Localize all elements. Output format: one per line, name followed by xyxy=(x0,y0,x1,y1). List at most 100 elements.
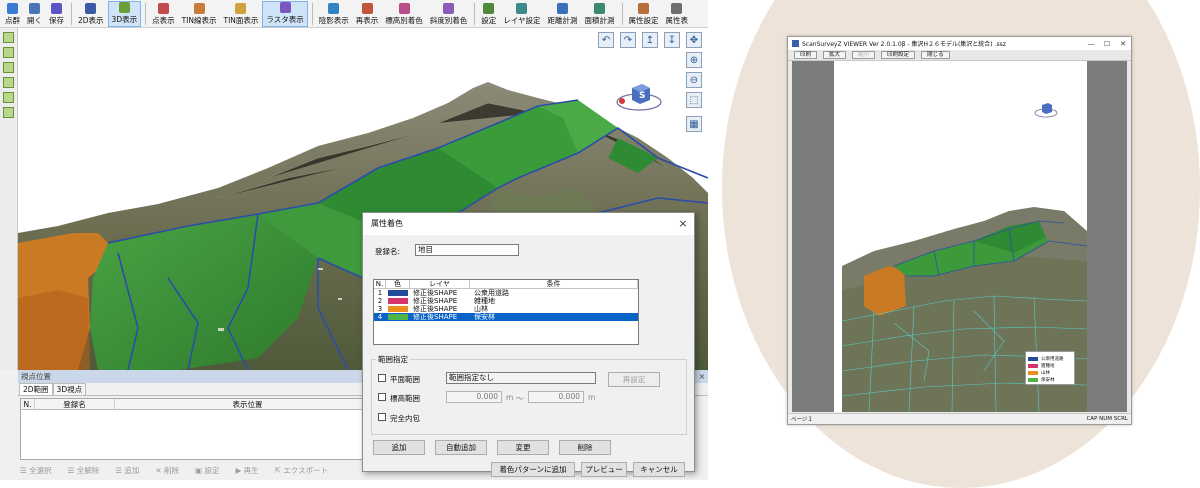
preview-button[interactable]: プレビュー xyxy=(581,462,627,477)
export-button[interactable]: ⇱ エクスポート xyxy=(275,465,328,476)
zoom-out-icon[interactable]: ⊖ xyxy=(686,72,702,88)
toolbar-button-1[interactable]: 開く xyxy=(24,1,45,27)
dialog-close-button[interactable]: × xyxy=(672,213,694,235)
deselect-all-button[interactable]: ☰ 全解除 xyxy=(68,465,100,476)
layer-row-condition: 公衆用道路 xyxy=(474,289,509,297)
layer-row-condition: 保安林 xyxy=(474,313,495,321)
plane-range-checkbox[interactable] xyxy=(378,374,386,382)
layer-row[interactable]: 1 修正後SHAPE 公衆用道路 xyxy=(374,289,638,297)
layer-row[interactable]: 3 修正後SHAPE 山林 xyxy=(374,305,638,313)
dialog-body: 登録名: 地目 N. 色 レイヤ 条件 1 修正後SHAPE 公衆用道路 2 修正後SH… xyxy=(363,235,694,477)
toolbar-button-4[interactable]: 3D表示 xyxy=(107,1,142,27)
add-viewpoint-button[interactable]: ☰ 追加 xyxy=(115,465,139,476)
fit-view-icon[interactable]: ▦ xyxy=(686,116,702,132)
toolbar-button-16[interactable]: 面積計測 xyxy=(582,1,618,27)
layer-row-layer: 修正後SHAPE xyxy=(413,289,458,297)
viewpoint-table[interactable]: N. 登録名 表示位置 xyxy=(20,398,382,460)
toolbar-button-15[interactable]: 距離計測 xyxy=(545,1,581,27)
toolbar-button-label: TIN面表示 xyxy=(223,16,259,25)
line-tool-icon[interactable] xyxy=(3,62,14,73)
set-viewpoint-button[interactable]: ▣ 設定 xyxy=(195,465,219,476)
viewer-app-icon xyxy=(792,40,799,47)
point-tool-icon[interactable] xyxy=(3,47,14,58)
layer-color-swatch xyxy=(388,298,408,304)
auto-add-button[interactable]: 自動追加 xyxy=(435,440,487,455)
layer-color-swatch xyxy=(388,306,408,312)
plane-range-field: 範囲指定なし xyxy=(446,372,596,384)
tab-3d-viewpoint[interactable]: 3D視点 xyxy=(52,383,87,395)
layer-rows: 1 修正後SHAPE 公衆用道路 2 修正後SHAPE 雑種地 3 修正後SHAPE 山林 4 修正… xyxy=(374,289,638,321)
elevation-range-checkbox[interactable] xyxy=(378,393,386,401)
add-button[interactable]: 追加 xyxy=(373,440,425,455)
toolbar-button-13[interactable]: 設定 xyxy=(478,1,499,27)
toolbar-separator xyxy=(145,3,147,25)
shade-icon xyxy=(328,3,340,14)
viewer-toolbar-button-0[interactable]: 印刷 xyxy=(794,51,818,59)
rotate-left-icon[interactable]: ↶ xyxy=(598,32,614,48)
range-group: 範囲指定 平面範囲 範囲指定なし 再設定 標高範囲 0.000 m 〜 0.00… xyxy=(371,354,687,435)
layer-tool-icon[interactable] xyxy=(3,32,14,43)
elevation-max-input[interactable]: 0.000 xyxy=(528,391,584,403)
viewer-toolbar-button-4[interactable]: 閉じる xyxy=(921,51,950,59)
viewer-toolbar-button-3[interactable]: 印刷設定 xyxy=(881,51,916,59)
toolbar-button-7[interactable]: TIN面表示 xyxy=(221,1,262,27)
pan-icon[interactable]: ✥ xyxy=(686,32,702,48)
print-preview-canvas[interactable]: 公衆用道路 雑種地 山林 保安林 xyxy=(792,61,1127,413)
toolbar-button-11[interactable]: 標高別着色 xyxy=(382,1,426,27)
raster-icon xyxy=(279,2,291,13)
toolbar-button-18[interactable]: 属性表 xyxy=(663,1,692,27)
tilt-down-icon[interactable]: ↧ xyxy=(664,32,680,48)
reg-name-input[interactable]: 地目 xyxy=(415,244,519,256)
tab-2d-range[interactable]: 2D範囲 xyxy=(19,383,53,395)
elevation-color-icon xyxy=(398,3,410,14)
attribute-color-dialog: 属性着色 × 登録名: 地目 N. 色 レイヤ 条件 1 修正後SHAPE 公衆用道… xyxy=(362,212,695,477)
polygon-tool-icon[interactable] xyxy=(3,77,14,88)
toolbar-button-label: 属性設定 xyxy=(628,16,659,25)
layer-row[interactable]: 4 修正後SHAPE 保安林 xyxy=(374,313,638,321)
legend-label: 山林 xyxy=(1041,370,1050,376)
layer-row[interactable]: 2 修正後SHAPE 雑種地 xyxy=(374,297,638,305)
delete-viewpoint-button[interactable]: ✕ 削除 xyxy=(155,465,179,476)
elevation-max-unit: m xyxy=(588,393,596,402)
delete-button[interactable]: 削除 xyxy=(559,440,611,455)
orientation-cube-icon[interactable]: S xyxy=(614,80,664,116)
toolbar-button-9[interactable]: 陰影表示 xyxy=(316,1,352,27)
viewer-toolbar-button-1[interactable]: 拡大 xyxy=(823,51,847,59)
cancel-button[interactable]: キャンセル xyxy=(633,462,685,477)
toolbar-button-12[interactable]: 斜度別着色 xyxy=(427,1,471,27)
viewer-toolbar-button-2[interactable]: 縮小 xyxy=(852,51,876,59)
zoom-window-icon[interactable]: ⬚ xyxy=(686,92,702,108)
zoom-in-icon[interactable]: ⊕ xyxy=(686,52,702,68)
toolbar-button-0[interactable]: 点群 xyxy=(2,1,23,27)
viewer-minimize-button[interactable]: — xyxy=(1083,40,1099,48)
select-all-button[interactable]: ☰ 全選択 xyxy=(20,465,52,476)
point-cloud-icon xyxy=(7,3,18,14)
reset-range-button[interactable]: 再設定 xyxy=(608,372,660,387)
toolbar-button-2[interactable]: 保存 xyxy=(46,1,67,27)
left-tool-strip xyxy=(0,28,18,370)
toolbar-button-10[interactable]: 再表示 xyxy=(353,1,382,27)
export-tool-icon[interactable] xyxy=(3,107,14,118)
toolbar-button-6[interactable]: TIN線表示 xyxy=(179,1,220,27)
edit-tool-icon[interactable] xyxy=(3,92,14,103)
tilt-up-icon[interactable]: ↥ xyxy=(642,32,658,48)
toolbar-button-5[interactable]: 点表示 xyxy=(149,1,178,27)
add-to-pattern-button[interactable]: 着色パターンに追加 xyxy=(491,462,575,477)
full-inside-checkbox[interactable] xyxy=(378,413,386,421)
toolbar-button-17[interactable]: 属性設定 xyxy=(626,1,662,27)
viewer-close-button[interactable]: ✕ xyxy=(1115,40,1131,48)
toolbar-button-label: 標高別着色 xyxy=(385,16,423,25)
elevation-min-input[interactable]: 0.000 xyxy=(446,391,502,403)
toolbar-button-14[interactable]: レイヤ設定 xyxy=(500,1,543,27)
layer-row-number: 3 xyxy=(377,305,383,313)
toolbar-button-3[interactable]: 2D表示 xyxy=(75,1,107,27)
rotate-right-icon[interactable]: ↷ xyxy=(620,32,636,48)
viewpoint-panel-close-button[interactable]: × xyxy=(699,370,708,383)
coloring-layer-list[interactable]: N. 色 レイヤ 条件 1 修正後SHAPE 公衆用道路 2 修正後SHAPE 雑種地 3 修… xyxy=(373,279,639,345)
toolbar-button-8[interactable]: ラスタ表示 xyxy=(262,1,308,27)
play-button[interactable]: ▶ 再生 xyxy=(235,465,258,476)
viewer-maximize-button[interactable]: ☐ xyxy=(1099,40,1115,48)
viewer-titlebar: ScanSurveyZ VIEWER Ver 2.0.1.0β - 集沢H２６モ… xyxy=(788,37,1131,50)
change-button[interactable]: 変更 xyxy=(497,440,549,455)
layer-row-number: 1 xyxy=(377,289,383,297)
